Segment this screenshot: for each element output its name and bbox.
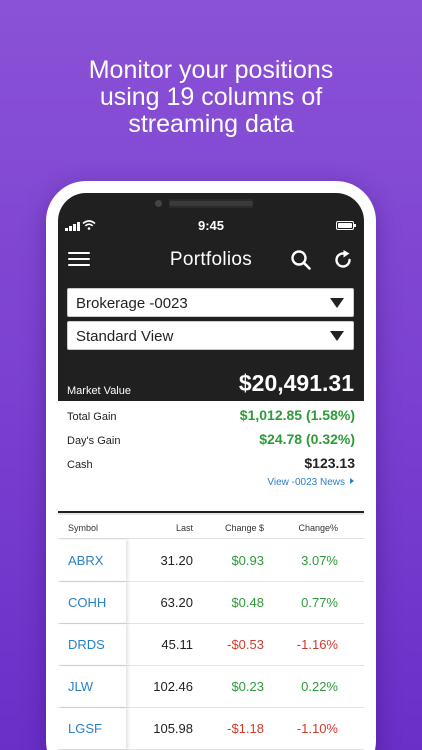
change-amount: $0.23 <box>231 679 264 694</box>
caret-down-icon <box>330 298 344 308</box>
change-percent: 0.22% <box>301 679 338 694</box>
account-select-value: Brokerage -0023 <box>76 295 188 312</box>
view-select[interactable]: Standard View <box>67 321 354 350</box>
market-value-amount: $20,491.31 <box>238 370 354 396</box>
days-gain-value: $24.78 (0.32%) <box>259 431 355 447</box>
column-header-symbol[interactable]: Symbol <box>68 523 98 533</box>
summary-panel: Total Gain $1,012.85 (1.58%) Day's Gain … <box>58 401 364 511</box>
symbol-cell: JLW <box>58 666 126 707</box>
change-percent: -1.10% <box>296 721 338 736</box>
view-news-label: View -0023 News <box>267 477 345 488</box>
change-amount: -$0.53 <box>227 637 264 652</box>
change-percent: -1.16% <box>296 637 338 652</box>
symbol-link[interactable]: ABRX <box>68 553 103 568</box>
caret-down-icon <box>330 331 344 341</box>
symbol-cell: COHH <box>58 582 126 623</box>
last-price: 105.98 <box>153 721 193 736</box>
battery-icon <box>336 221 356 230</box>
symbol-cell: LGSF <box>58 708 126 749</box>
symbol-link[interactable]: COHH <box>68 595 106 610</box>
total-gain-label: Total Gain <box>67 411 117 423</box>
symbol-cell: DRDS <box>58 624 126 665</box>
total-gain-value: $1,012.85 (1.58%) <box>239 407 355 423</box>
cash-value: $123.13 <box>304 455 355 471</box>
table-row[interactable]: COHH 63.20 $0.48 0.77% <box>58 582 364 624</box>
headline-line-1: Monitor your positions <box>88 56 334 84</box>
days-gain-row: Day's Gain $24.78 (0.32%) <box>67 431 355 449</box>
last-price: 45.11 <box>161 637 193 652</box>
days-gain-label: Day's Gain <box>67 435 121 447</box>
symbol-link[interactable]: DRDS <box>68 637 105 652</box>
symbol-link[interactable]: LGSF <box>68 721 102 736</box>
headline-line-3: streaming data <box>128 110 294 138</box>
table-row[interactable]: ABRX 31.20 $0.93 3.07% <box>58 540 364 582</box>
app-header: Portfolios <box>58 243 364 279</box>
account-select[interactable]: Brokerage -0023 <box>67 288 354 317</box>
refresh-icon[interactable] <box>332 249 354 271</box>
status-bar: 9:45 <box>58 215 364 235</box>
table-header: Symbol Last Change $ Change% <box>58 515 364 539</box>
table-row[interactable]: DRDS 45.11 -$0.53 -1.16% <box>58 624 364 666</box>
column-header-change[interactable]: Change $ <box>225 523 264 533</box>
symbol-link[interactable]: JLW <box>68 679 93 694</box>
status-time: 9:45 <box>197 218 225 233</box>
headline-line-2: using 19 columns of <box>99 83 323 111</box>
symbol-cell: ABRX <box>58 540 126 581</box>
last-price: 102.46 <box>153 679 193 694</box>
positions-table: Symbol Last Change $ Change% ABRX 31.20 $0… <box>58 513 364 750</box>
market-value-label: Market Value <box>67 385 131 397</box>
change-percent: 0.77% <box>301 595 338 610</box>
last-price: 63.20 <box>160 595 193 610</box>
change-amount: $0.93 <box>231 553 264 568</box>
change-percent: 3.07% <box>301 553 338 568</box>
cash-label: Cash <box>67 459 93 471</box>
table-row[interactable]: LGSF 105.98 -$1.18 -1.10% <box>58 708 364 750</box>
app-screen: 9:45 Portfolios Brokerage -0023 Standard… <box>58 193 364 750</box>
column-header-last[interactable]: Last <box>176 523 193 533</box>
phone-notch <box>155 199 253 208</box>
cash-row: Cash $123.13 <box>67 455 355 473</box>
page-title: Portfolios <box>169 249 253 270</box>
arrow-right-icon <box>350 478 354 484</box>
last-price: 31.20 <box>160 553 193 568</box>
total-gain-row: Total Gain $1,012.85 (1.58%) <box>67 407 355 425</box>
search-icon[interactable] <box>290 249 312 271</box>
market-value-row: Market Value $20,491.31 <box>58 361 364 401</box>
speaker-grille <box>169 201 253 206</box>
camera-dot <box>155 200 162 207</box>
view-news-link[interactable]: View -0023 News <box>267 477 354 488</box>
view-select-value: Standard View <box>76 328 174 345</box>
table-row[interactable]: JLW 102.46 $0.23 0.22% <box>58 666 364 708</box>
marketing-headline: Monitor your positions using 19 columns … <box>0 57 422 138</box>
change-amount: -$1.18 <box>227 721 264 736</box>
column-header-change-pct[interactable]: Change% <box>298 523 338 533</box>
change-amount: $0.48 <box>231 595 264 610</box>
